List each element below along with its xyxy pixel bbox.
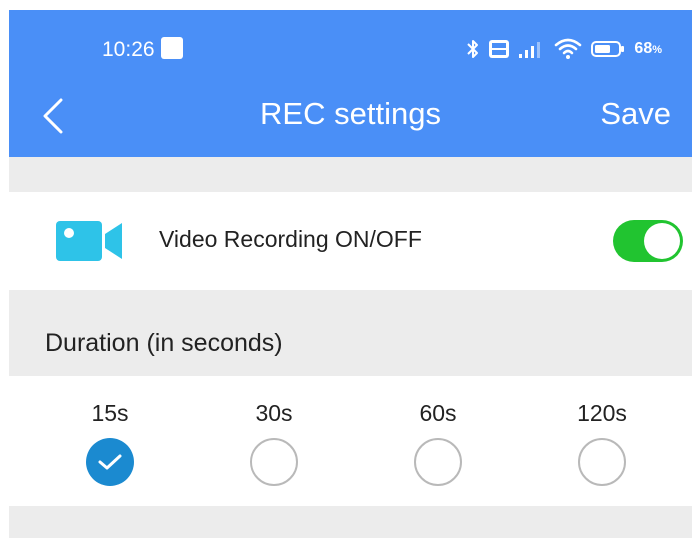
wifi-icon <box>555 38 582 59</box>
save-button[interactable]: Save <box>600 96 671 132</box>
duration-option-label: 120s <box>577 400 627 426</box>
battery-unit: % <box>652 44 662 56</box>
volte-icon <box>489 40 510 58</box>
duration-option-label: 15s <box>91 400 129 426</box>
radio-unchecked[interactable] <box>414 438 462 486</box>
duration-option-15s[interactable]: 15s <box>60 400 160 486</box>
status-icons: 68% <box>467 37 662 61</box>
radio-checked[interactable] <box>86 438 134 486</box>
video-recording-toggle[interactable] <box>613 220 683 262</box>
duration-options-row: 15s 30s 60s 120s <box>9 376 692 506</box>
duration-option-120s[interactable]: 120s <box>552 400 652 486</box>
checkmark-icon <box>98 454 122 470</box>
page-title: REC settings <box>260 96 441 131</box>
app-screen: 10:26 68% REC settings Save Video Record… <box>9 10 692 538</box>
toggle-knob <box>644 223 680 259</box>
duration-heading: Duration (in seconds) <box>45 329 283 357</box>
app-notification-icon <box>161 37 183 59</box>
radio-unchecked[interactable] <box>578 438 626 486</box>
video-recording-label: Video Recording ON/OFF <box>159 226 422 252</box>
radio-unchecked[interactable] <box>250 438 298 486</box>
video-recording-row: Video Recording ON/OFF <box>9 192 692 290</box>
video-camera-icon <box>56 221 122 261</box>
signal-icon <box>519 42 541 58</box>
battery-percent: 68% <box>634 40 662 57</box>
duration-option-60s[interactable]: 60s <box>388 400 488 486</box>
bluetooth-icon <box>467 40 479 58</box>
app-header: 10:26 68% REC settings Save <box>9 10 692 157</box>
chevron-left-icon <box>43 98 63 134</box>
battery-icon <box>591 41 625 57</box>
back-button[interactable] <box>39 96 69 136</box>
status-time: 10:26 <box>102 38 155 61</box>
duration-option-label: 30s <box>255 400 293 426</box>
duration-option-label: 60s <box>419 400 457 426</box>
duration-option-30s[interactable]: 30s <box>224 400 324 486</box>
